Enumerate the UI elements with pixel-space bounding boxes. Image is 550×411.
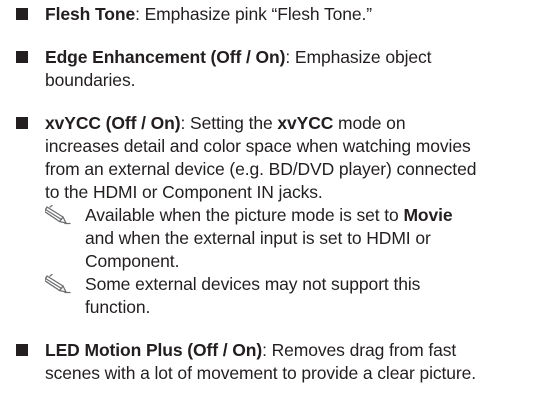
item-description-continued: to the HDMI or Component IN jacks. [45,182,323,202]
item-term: Edge Enhancement (Off / On) [45,47,286,67]
item-line: xvYCC (Off / On): Setting the xvYCC mode… [45,112,545,134]
note-line: Some external devices may not support th… [85,274,421,294]
item-term: Flesh Tone [45,4,136,24]
item-term: LED Motion Plus (Off / On) [45,340,263,360]
item-description-continued: boundaries. [45,70,136,90]
square-bullet-icon [16,51,28,63]
square-bullet-icon [16,117,28,129]
item-term-inline: xvYCC [277,113,334,133]
note-line: Available when the picture mode is set t… [85,204,545,226]
note-line: function. [85,297,151,317]
item-description-continued: increases detail and color space when wa… [45,136,471,156]
manual-page: Flesh Tone: Emphasize pink “Flesh Tone.”… [0,0,550,411]
item-line: Flesh Tone: Emphasize pink “Flesh Tone.” [45,3,545,25]
item-description-continued: from an external device (e.g. BD/DVD pla… [45,159,477,179]
item-description: : Emphasize pink “Flesh Tone.” [135,4,373,24]
item-description: mode on [333,113,406,133]
item-description: : Setting the [180,113,278,133]
square-bullet-icon [16,8,28,20]
note-text: Available when the picture mode is set t… [85,205,404,225]
item-description: : Removes drag from fast [262,340,457,360]
note-pencil-icon [45,274,71,294]
item-term: xvYCC (Off / On) [45,113,181,133]
note-line: Component. [85,251,180,271]
note-bold-term: Movie [403,205,453,225]
item-line: LED Motion Plus (Off / On): Removes drag… [45,339,545,361]
note-pencil-icon [45,205,71,225]
item-description-continued: scenes with a lot of movement to provide… [45,363,477,383]
item-line: Edge Enhancement (Off / On): Emphasize o… [45,46,545,68]
note-line: and when the external input is set to HD… [85,228,431,248]
item-description: : Emphasize object [285,47,432,67]
square-bullet-icon [16,344,28,356]
